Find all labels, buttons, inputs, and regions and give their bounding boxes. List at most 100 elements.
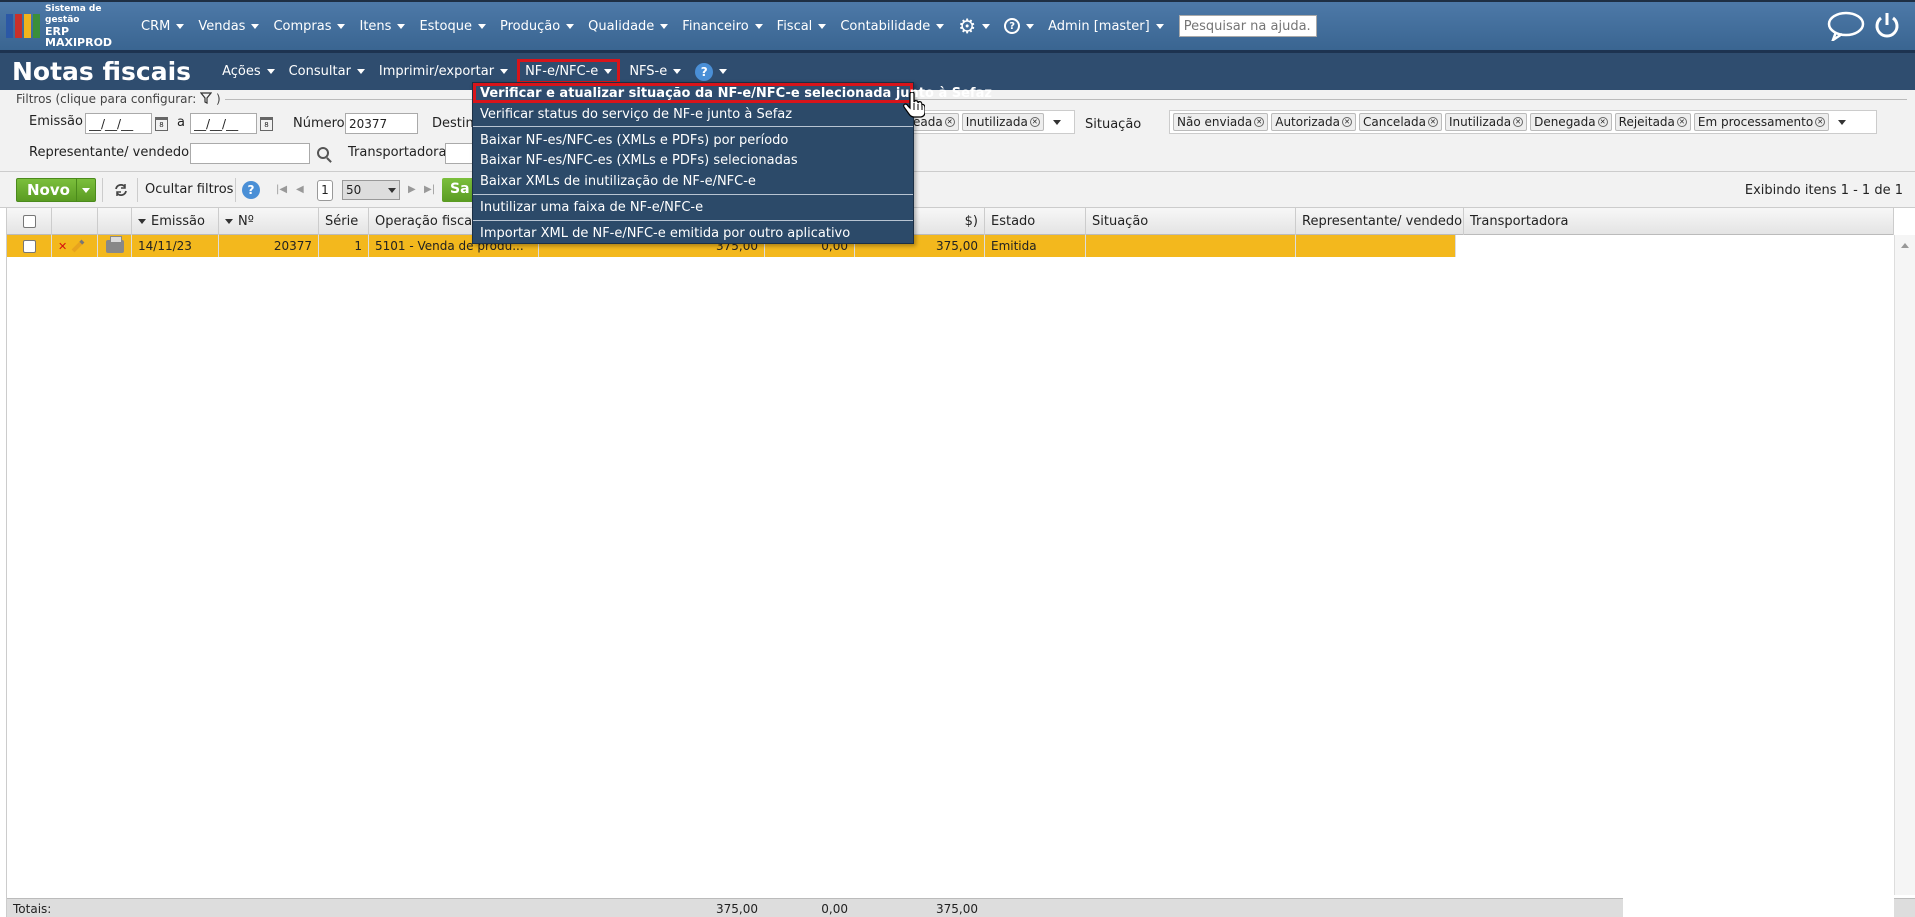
menu-itens[interactable]: Itens [352, 19, 412, 34]
menu-item-baixar-xmls-inutilizacao[interactable]: Baixar XMLs de inutilização de NF-e/NFC-… [473, 171, 913, 191]
menu-nfse[interactable]: NFS-e [622, 64, 688, 79]
remove-tag-icon[interactable]: ✕ [1342, 117, 1352, 127]
invoices-grid: Emissão Nº Série Operação fiscal $) Esta… [6, 208, 1915, 917]
menu-item-baixar-por-periodo[interactable]: Baixar NF-es/NFC-es (XMLs e PDFs) por pe… [473, 130, 913, 150]
menu-nfe-nfce[interactable]: NF-e/NFC-e [517, 59, 621, 84]
power-icon[interactable] [1873, 11, 1901, 39]
numero-input[interactable] [345, 113, 418, 134]
refresh-icon[interactable] [113, 183, 129, 197]
transportadora-input[interactable] [445, 143, 475, 164]
menu-contabilidade[interactable]: Contabilidade [833, 19, 951, 34]
page-number-input[interactable]: 1 [317, 180, 333, 201]
column-emissao[interactable]: Emissão [132, 208, 219, 235]
remove-tag-icon[interactable]: ✕ [1427, 117, 1438, 127]
caret-down-icon [604, 69, 613, 74]
remove-tag-icon[interactable]: ✕ [1815, 117, 1826, 127]
remove-tag-icon[interactable]: ✕ [1513, 117, 1524, 127]
calendar-icon[interactable]: 8 [155, 117, 168, 131]
menu-crm[interactable]: CRM [134, 19, 191, 34]
caret-down-icon [1026, 23, 1035, 29]
ocultar-filtros-button[interactable]: Ocultar filtros [145, 182, 233, 197]
column-label: Série [325, 214, 359, 229]
representante-input[interactable] [190, 143, 310, 164]
page-size-value: 50 [346, 183, 362, 197]
caret-down-icon[interactable] [1838, 119, 1847, 125]
page-size-select[interactable]: 50 [342, 180, 400, 200]
column-situacao[interactable]: Situação [1086, 208, 1296, 235]
remove-tag-icon[interactable]: ✕ [1254, 117, 1265, 127]
menu-vendas[interactable]: Vendas [191, 19, 266, 34]
chat-bubble-icon[interactable] [1826, 11, 1866, 41]
search-icon[interactable] [317, 147, 329, 159]
emissao-from-input[interactable] [85, 113, 152, 134]
menu-label: Contabilidade [840, 18, 931, 34]
caret-down-icon [566, 23, 575, 29]
remove-tag-icon[interactable]: ✕ [1597, 117, 1608, 127]
help-menu[interactable]: ? [997, 18, 1041, 34]
caret-down-icon[interactable] [1052, 119, 1061, 125]
funnel-icon[interactable] [199, 92, 213, 104]
top-navigation-bar: Sistema de gestão ERP MAXIPROD CRM Venda… [0, 0, 1915, 50]
remove-tag-icon[interactable]: ✕ [944, 117, 955, 127]
novo-label: Novo [27, 181, 70, 199]
menu-fiscal[interactable]: Fiscal [770, 19, 834, 34]
menu-acoes[interactable]: Ações [215, 64, 282, 79]
menu-item-verificar-atualizar-situacao[interactable]: Verificar e atualizar situação da NF-e/N… [473, 83, 992, 103]
column-transportadora[interactable]: Transportadora [1464, 208, 1894, 235]
menu-producao[interactable]: Produção [493, 19, 581, 34]
menu-item-inutilizar-faixa[interactable]: Inutilizar uma faixa de NF-e/NFC-e [473, 197, 913, 217]
edit-icon[interactable] [71, 239, 85, 253]
emissao-to-input[interactable] [190, 113, 257, 134]
column-estado[interactable]: Estado [985, 208, 1086, 235]
caret-down-icon [818, 23, 827, 29]
remove-tag-icon[interactable]: ✕ [1029, 117, 1040, 127]
filters-panel: Filtros (clique para configurar: ) Emiss… [0, 90, 1915, 172]
first-page-icon[interactable]: |◀ [276, 184, 287, 195]
totals-valor-2: 0,00 [765, 899, 855, 917]
totals-cell [1086, 899, 1296, 917]
situacao-tag: Autorizada ✕ [1271, 113, 1356, 131]
help-search-input[interactable] [1178, 15, 1317, 37]
prev-page-icon[interactable]: ◀ [296, 184, 304, 195]
scroll-up-icon[interactable] [1901, 243, 1909, 248]
items-count: Exibindo itens 1 - 1 de 1 [1744, 183, 1903, 198]
settings-menu[interactable]: ⚙ [951, 16, 997, 36]
menu-item-baixar-selecionadas[interactable]: Baixar NF-es/NFC-es (XMLs e PDFs) seleci… [473, 150, 913, 170]
cell-numero: 20377 [219, 235, 319, 257]
horizontal-scrollbar[interactable] [1623, 898, 1894, 917]
row-print-cell [98, 235, 132, 257]
calendar-icon[interactable]: 8 [260, 117, 273, 131]
menu-item-verificar-status-servico[interactable]: Verificar status do serviço de NF-e junt… [473, 104, 913, 124]
menu-qualidade[interactable]: Qualidade [581, 19, 675, 34]
page-help-menu[interactable]: ? [688, 62, 734, 81]
situacao-tag-select[interactable]: Não enviada ✕ Autorizada ✕ Cancelada ✕ Inut… [1169, 110, 1877, 134]
estado-tag-select[interactable]: eada ✕ Inutilizada ✕ [905, 110, 1075, 134]
user-menu[interactable]: Admin [master] [1041, 19, 1171, 34]
menu-estoque[interactable]: Estoque [412, 19, 493, 34]
novo-button[interactable]: Novo [16, 178, 96, 202]
last-page-icon[interactable]: ▶| [424, 184, 435, 195]
menu-financeiro[interactable]: Financeiro [675, 19, 769, 34]
delete-icon[interactable]: ✕ [58, 240, 67, 253]
remove-tag-icon[interactable]: ✕ [1676, 117, 1687, 127]
row-select-cell [7, 235, 52, 257]
column-representante[interactable]: Representante/ vendedor [1296, 208, 1464, 235]
emissao-label: Emissão [29, 114, 83, 129]
menu-imprimir-exportar[interactable]: Imprimir/exportar [372, 64, 515, 79]
menu-item-importar-xml[interactable]: Importar XML de NF-e/NFC-e emitida por o… [473, 223, 913, 243]
printer-icon[interactable] [105, 235, 124, 253]
menu-compras[interactable]: Compras [266, 19, 352, 34]
column-serie[interactable]: Série [319, 208, 369, 235]
select-all-checkbox[interactable] [22, 215, 36, 228]
menu-consultar[interactable]: Consultar [282, 64, 372, 79]
column-numero[interactable]: Nº [219, 208, 319, 235]
row-checkbox[interactable] [22, 239, 36, 253]
filters-legend-close: ) [215, 92, 221, 106]
help-icon[interactable]: ? [242, 181, 260, 199]
erp-logo[interactable]: Sistema de gestão ERP MAXIPROD [6, 4, 134, 48]
novo-dropdown[interactable] [75, 179, 95, 201]
next-page-icon[interactable]: ▶ [408, 184, 416, 195]
vertical-scrollbar[interactable] [1894, 235, 1915, 910]
filters-legend[interactable]: Filtros (clique para configurar: ) [12, 92, 225, 106]
totals-valor-1: 375,00 [539, 899, 765, 917]
